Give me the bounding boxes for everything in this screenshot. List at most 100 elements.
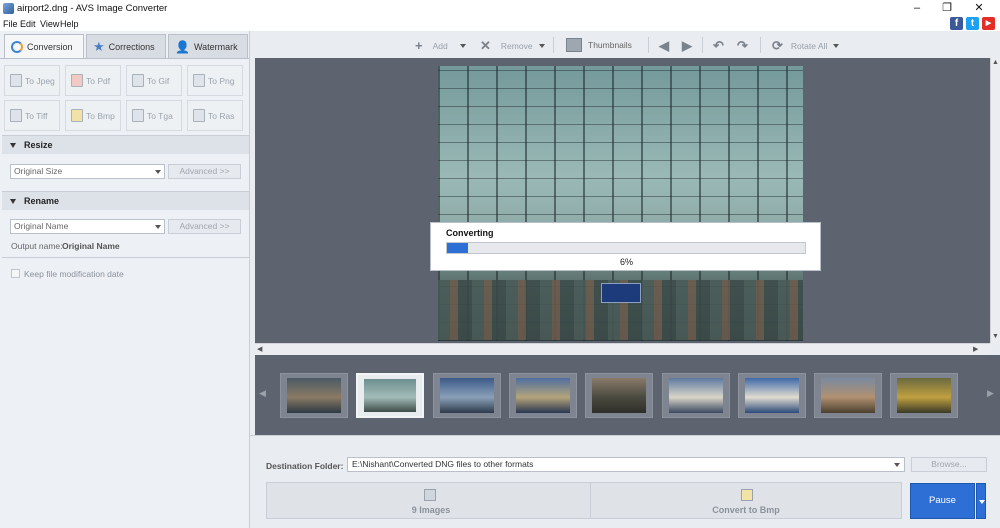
plus-icon: + [415, 38, 423, 53]
format-label: To Tiff [25, 110, 48, 121]
thumbnail-item[interactable] [433, 373, 501, 418]
format-png-button[interactable]: To Png [187, 65, 243, 96]
arrow-right-icon: ▶ [682, 38, 692, 53]
keep-date-label: Keep file modification date [24, 269, 124, 279]
scroll-right-icon[interactable]: ▶ [973, 345, 978, 353]
menu-file[interactable]: File [3, 19, 18, 29]
strip-right-icon[interactable]: ▶ [987, 388, 994, 399]
progress-percent: 6% [619, 257, 633, 267]
tab-conversion[interactable]: Conversion [4, 34, 84, 58]
rename-section-header[interactable]: Rename [2, 191, 249, 210]
strip-left-icon[interactable]: ◀ [259, 388, 266, 399]
rotate-right-button[interactable]: ↷ [737, 38, 748, 54]
browse-button[interactable]: Browse... [911, 457, 987, 472]
horizontal-scrollbar[interactable]: ◀ ▶ [255, 343, 990, 355]
add-button[interactable]: + Add [415, 38, 466, 53]
menu-help[interactable]: Help [60, 19, 79, 29]
rotate-left-button[interactable]: ↶ [713, 38, 724, 54]
converting-title: Converting [446, 228, 494, 238]
format-label: To Ras [208, 110, 235, 121]
step-images-label: 9 Images [411, 505, 451, 515]
app-icon [3, 3, 14, 14]
tab-watermark[interactable]: 👤 Watermark [168, 34, 248, 58]
menu-edit[interactable]: Edit [20, 19, 36, 29]
facebook-icon[interactable]: f [950, 17, 963, 30]
tab-watermark-label: Watermark [193, 41, 238, 52]
bmp-icon [71, 109, 83, 122]
thumbnail-item[interactable] [509, 373, 577, 418]
destination-label: Destination Folder: [266, 461, 344, 471]
menu-view[interactable]: View [40, 19, 59, 29]
twitter-icon[interactable]: t [966, 17, 979, 30]
scroll-left-icon[interactable]: ◀ [257, 345, 262, 353]
remove-button[interactable]: ✕ Remove [480, 38, 545, 54]
pdf-icon [71, 74, 83, 87]
rotate-all-button[interactable]: ⟳ Rotate All [772, 38, 840, 54]
keep-date-checkbox[interactable] [11, 269, 20, 278]
pause-dropdown[interactable] [976, 483, 986, 519]
thumbnail-image [440, 378, 494, 413]
thumbnail-item[interactable] [814, 373, 882, 418]
format-pdf-button[interactable]: To Pdf [65, 65, 121, 96]
destination-field[interactable]: E:\Nishant\Converted DNG files to other … [347, 457, 905, 472]
separator [760, 37, 761, 53]
scroll-down-icon[interactable]: ▼ [992, 333, 999, 340]
toolbar: + Add ✕ Remove Thumbnails ◀ ▶ ↶ ↷ ⟳ Rota… [250, 31, 1000, 58]
thumbnail-image [516, 378, 570, 413]
png-icon [193, 74, 205, 87]
images-icon [424, 489, 436, 501]
thumbnail-item[interactable] [890, 373, 958, 418]
format-jpeg-button[interactable]: To Jpeg [4, 65, 60, 96]
add-label: Add [432, 40, 448, 51]
thumbnail-item[interactable] [738, 373, 806, 418]
converting-dialog: Converting 6% [430, 222, 821, 271]
separator [553, 37, 554, 53]
rename-select[interactable]: Original Name [10, 219, 165, 234]
tab-corrections[interactable]: ★ Corrections [86, 34, 166, 58]
vertical-scrollbar[interactable]: ▲ ▼ [990, 58, 1000, 343]
pause-button[interactable]: Pause [910, 483, 975, 519]
resize-select[interactable]: Original Size [10, 164, 165, 179]
format-tga-button[interactable]: To Tga [126, 100, 182, 131]
window-title: airport2.dng - AVS Image Converter [17, 3, 168, 14]
step-convert-label: Convert to Bmp [712, 505, 780, 515]
format-label: To Pdf [86, 75, 111, 86]
chevron-down-icon [459, 43, 466, 48]
format-bmp-button[interactable]: To Bmp [65, 100, 121, 131]
chevron-down-icon [155, 170, 161, 174]
maximize-button[interactable]: ❐ [932, 1, 962, 15]
resize-advanced-button[interactable]: Advanced >> [168, 164, 241, 179]
youtube-icon[interactable]: ▶ [982, 17, 995, 30]
previous-button[interactable]: ◀ [659, 38, 669, 54]
rename-select-value: Original Name [14, 221, 69, 231]
title-bar: airport2.dng - AVS Image Converter – ❐ ✕ [0, 0, 1000, 17]
tga-icon [132, 109, 144, 122]
format-label: To Tga [147, 110, 173, 121]
thumbnail-item[interactable] [356, 373, 424, 418]
resize-select-value: Original Size [14, 166, 63, 176]
format-ras-button[interactable]: To Ras [187, 100, 243, 131]
thumbnail-image [897, 378, 951, 413]
tab-divider [0, 58, 249, 59]
thumbnail-image [287, 378, 341, 413]
thumbnail-image [669, 378, 723, 413]
close-button[interactable]: ✕ [964, 1, 994, 15]
progress-bar [446, 242, 806, 254]
format-gif-button[interactable]: To Gif [126, 65, 182, 96]
minimize-button[interactable]: – [902, 1, 932, 15]
rename-advanced-button[interactable]: Advanced >> [168, 219, 241, 234]
thumbnail-item[interactable] [585, 373, 653, 418]
resize-section-header[interactable]: Resize [2, 135, 249, 154]
next-button[interactable]: ▶ [682, 38, 692, 54]
thumbnail-item[interactable] [662, 373, 730, 418]
bmp-icon [741, 489, 753, 501]
gif-icon [132, 74, 144, 87]
thumbnail-item[interactable] [280, 373, 348, 418]
thumbnails-button[interactable]: Thumbnails [566, 38, 632, 52]
x-icon: ✕ [480, 38, 491, 53]
divider [2, 257, 249, 258]
settings-panel: Conversion ★ Corrections 👤 Watermark To … [0, 31, 250, 528]
format-tiff-button[interactable]: To Tiff [4, 100, 60, 131]
ras-icon [193, 109, 205, 122]
scroll-up-icon[interactable]: ▲ [992, 59, 999, 66]
